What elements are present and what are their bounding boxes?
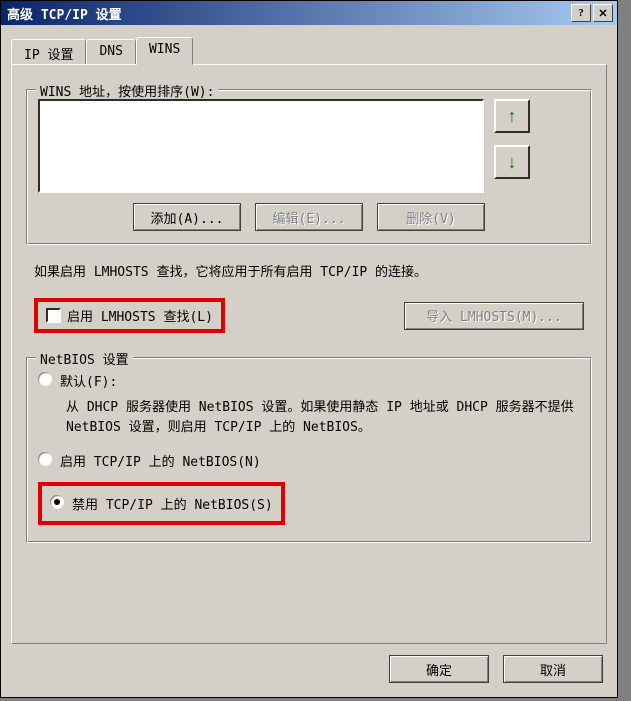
dialog-footer-buttons: 确定 取消: [11, 655, 607, 683]
reorder-buttons: ↑ ↓: [494, 99, 530, 179]
highlight-disable-netbios: 禁用 TCP/IP 上的 NetBIOS(S): [38, 482, 285, 525]
delete-button[interactable]: 删除(V): [377, 203, 485, 231]
move-down-button[interactable]: ↓: [494, 145, 530, 179]
lmhosts-row: 启用 LMHOSTS 查找(L) 导入 LMHOSTS(M)...: [34, 298, 584, 333]
import-lmhosts-button[interactable]: 导入 LMHOSTS(M)...: [404, 302, 584, 330]
lmhosts-info-text: 如果启用 LMHOSTS 查找，它将应用于所有启用 TCP/IP 的连接。: [34, 261, 584, 280]
dialog-window: 高级 TCP/IP 设置 ? ✕ IP 设置 DNS WINS WINS 地址，…: [0, 0, 618, 698]
netbios-legend: NetBIOS 设置: [36, 349, 133, 368]
ok-button[interactable]: 确定: [389, 655, 489, 683]
dialog-content: IP 设置 DNS WINS WINS 地址，按使用排序(W): ↑ ↓: [1, 25, 617, 697]
enable-lmhosts-label: 启用 LMHOSTS 查找(L): [67, 306, 213, 325]
enable-lmhosts-checkbox-row[interactable]: 启用 LMHOSTS 查找(L): [46, 306, 213, 325]
highlight-lmhosts: 启用 LMHOSTS 查找(L): [34, 298, 225, 333]
move-up-button[interactable]: ↑: [494, 99, 530, 133]
wins-address-legend: WINS 地址，按使用排序(W):: [36, 81, 218, 100]
tab-dns[interactable]: DNS: [86, 39, 135, 67]
netbios-disable-label: 禁用 TCP/IP 上的 NetBIOS(S): [72, 494, 273, 513]
tab-strip: IP 设置 DNS WINS: [11, 37, 607, 65]
netbios-default-radio-row[interactable]: 默认(F):: [38, 371, 580, 390]
tab-ip-settings[interactable]: IP 设置: [11, 39, 86, 67]
netbios-disable-radio[interactable]: [50, 495, 64, 509]
enable-lmhosts-checkbox[interactable]: [46, 308, 61, 323]
close-button[interactable]: ✕: [593, 4, 613, 22]
netbios-default-radio[interactable]: [38, 372, 52, 386]
netbios-enable-radio[interactable]: [38, 452, 52, 466]
tab-wins[interactable]: WINS: [136, 37, 193, 65]
help-button[interactable]: ?: [571, 4, 591, 22]
arrow-up-icon: ↑: [508, 106, 517, 127]
add-button[interactable]: 添加(A)...: [133, 203, 241, 231]
wins-address-group: WINS 地址，按使用排序(W): ↑ ↓ 添加(A)... 编辑(E)...: [26, 83, 592, 245]
titlebar-buttons: ? ✕: [571, 4, 613, 22]
window-title: 高级 TCP/IP 设置: [5, 4, 571, 23]
titlebar: 高级 TCP/IP 设置 ? ✕: [1, 1, 617, 25]
netbios-enable-radio-row[interactable]: 启用 TCP/IP 上的 NetBIOS(N): [38, 451, 580, 470]
netbios-group: NetBIOS 设置 默认(F): 从 DHCP 服务器使用 NetBIOS 设…: [26, 351, 592, 543]
netbios-default-label: 默认(F):: [60, 371, 117, 390]
arrow-down-icon: ↓: [508, 152, 517, 173]
wins-address-listbox[interactable]: [38, 99, 484, 193]
netbios-default-description: 从 DHCP 服务器使用 NetBIOS 设置。如果使用静态 IP 地址或 DH…: [66, 398, 580, 437]
edit-button[interactable]: 编辑(E)...: [255, 203, 363, 231]
tab-panel-wins: WINS 地址，按使用排序(W): ↑ ↓ 添加(A)... 编辑(E)...: [11, 64, 607, 644]
wins-buttons-row: 添加(A)... 编辑(E)... 删除(V): [38, 203, 580, 231]
netbios-enable-label: 启用 TCP/IP 上的 NetBIOS(N): [60, 451, 261, 470]
cancel-button[interactable]: 取消: [503, 655, 603, 683]
netbios-disable-radio-row[interactable]: 禁用 TCP/IP 上的 NetBIOS(S): [48, 488, 275, 519]
